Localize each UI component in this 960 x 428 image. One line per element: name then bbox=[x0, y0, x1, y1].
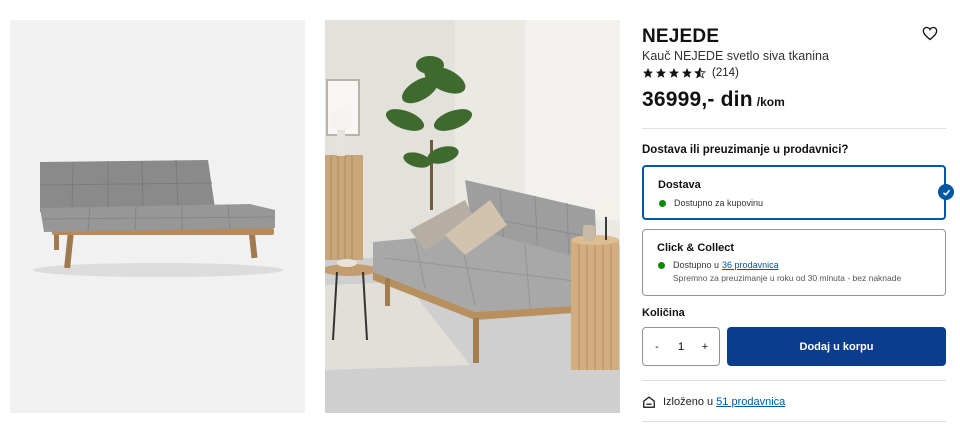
star-icon bbox=[682, 68, 692, 78]
store-prefix: Izloženo u bbox=[663, 396, 714, 408]
delivery-status: Dostupno za kupovinu bbox=[659, 198, 763, 208]
product-rating[interactable]: (214) bbox=[642, 67, 739, 79]
quantity-label: Količina bbox=[642, 307, 685, 319]
divider bbox=[642, 128, 946, 129]
check-circle-icon bbox=[938, 184, 954, 200]
availability-dot-icon bbox=[658, 261, 665, 269]
delivery-option-title: Dostava bbox=[658, 179, 701, 191]
availability-dot-icon bbox=[659, 199, 666, 207]
heart-icon[interactable] bbox=[922, 26, 942, 44]
click-and-collect-option[interactable]: Click & Collect Dostupno u 36 prodavnica… bbox=[642, 229, 946, 296]
collect-option-title: Click & Collect bbox=[657, 242, 735, 254]
living-room-illustration bbox=[325, 20, 620, 413]
collect-note: Spremno za preuzimanje u roku od 30 minu… bbox=[673, 273, 902, 283]
decrement-button[interactable]: - bbox=[649, 341, 665, 353]
product-image-lifestyle[interactable] bbox=[325, 20, 620, 413]
price-unit: /kom bbox=[756, 95, 785, 109]
product-description: Kauč NEJEDE svetlo siva tkanina bbox=[642, 49, 829, 63]
store-icon bbox=[643, 396, 655, 408]
star-icon bbox=[669, 68, 679, 78]
increment-button[interactable]: + bbox=[697, 341, 713, 353]
divider bbox=[642, 380, 946, 381]
review-count: (214) bbox=[712, 67, 739, 79]
quantity-stepper: - + bbox=[642, 327, 720, 366]
delivery-option[interactable]: Dostava Dostupno za kupovinu bbox=[642, 165, 946, 220]
sofa-cutout-illustration bbox=[10, 20, 305, 413]
star-icon bbox=[643, 68, 653, 78]
collect-status: Dostupno u 36 prodavnica bbox=[658, 260, 779, 270]
star-icon bbox=[656, 68, 666, 78]
stores-link[interactable]: 51 prodavnica bbox=[716, 396, 785, 408]
quantity-input[interactable] bbox=[668, 340, 694, 353]
product-title: NEJEDE bbox=[642, 26, 720, 47]
product-image-main[interactable] bbox=[10, 20, 305, 413]
delivery-status-text: Dostupno za kupovinu bbox=[674, 198, 764, 208]
add-to-cart-button[interactable]: Dodaj u korpu bbox=[727, 327, 946, 366]
store-availability: Izloženo u 51 prodavnica bbox=[642, 395, 785, 409]
price: 36999,- din /kom bbox=[642, 88, 785, 112]
collect-status-prefix: Dostupno u bbox=[673, 260, 720, 270]
collect-stores-link[interactable]: 36 prodavnica bbox=[722, 260, 779, 270]
divider bbox=[642, 421, 946, 422]
half-star-icon bbox=[694, 67, 706, 79]
delivery-heading: Dostava ili preuzimanje u prodavnici? bbox=[642, 144, 849, 156]
price-value: 36999,- din bbox=[642, 88, 753, 111]
